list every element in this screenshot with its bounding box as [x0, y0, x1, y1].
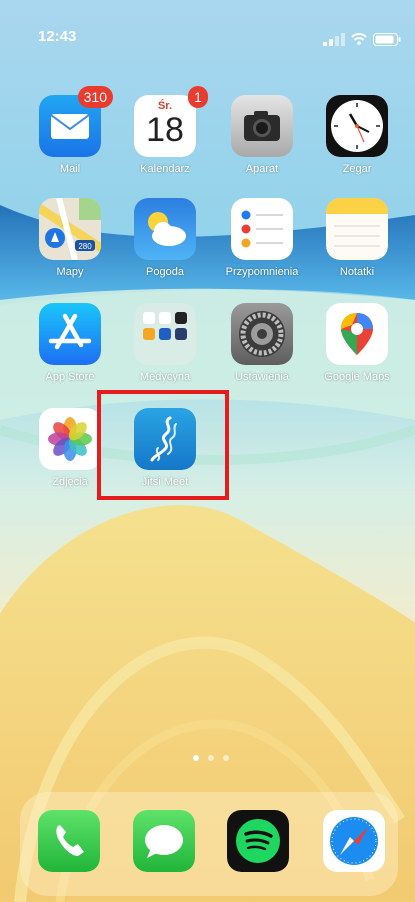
weather-icon [134, 198, 196, 260]
dock-spotify[interactable] [213, 810, 303, 872]
battery-icon [373, 33, 401, 46]
page-indicator[interactable] [193, 748, 243, 761]
dock-safari[interactable] [309, 810, 399, 872]
mail-badge: 310 [77, 86, 113, 108]
dock-phone[interactable] [24, 810, 114, 872]
app-folder-medycyna[interactable]: Medycyna [120, 303, 210, 383]
messages-icon [133, 810, 195, 872]
page-dot[interactable] [223, 755, 229, 761]
safari-icon [323, 810, 385, 872]
clock-icon [326, 95, 388, 157]
photos-icon [39, 408, 101, 470]
page-dot[interactable] [208, 755, 214, 761]
app-clock[interactable]: Zegar [312, 95, 402, 175]
maps-icon: 280 [39, 198, 101, 260]
app-camera[interactable]: Aparat [217, 95, 307, 175]
reminders-icon [231, 198, 293, 260]
app-mail[interactable]: 310 Mail [25, 86, 115, 175]
app-label: Kalendarz [140, 163, 190, 175]
dock [20, 792, 398, 896]
notes-icon [326, 198, 388, 260]
wifi-icon [351, 33, 367, 45]
app-label: Pogoda [146, 266, 184, 278]
app-calendar[interactable]: Śr. 18 1 Kalendarz [120, 86, 210, 175]
app-google-maps[interactable]: Google Maps [312, 303, 402, 383]
spotify-icon [227, 810, 289, 872]
status-bar: 12:43 [0, 26, 415, 50]
app-store-icon [39, 303, 101, 365]
phone-icon [38, 810, 100, 872]
app-label: Mail [59, 163, 81, 175]
gear-icon [231, 303, 293, 365]
google-maps-icon [326, 303, 388, 365]
home-screen: { "status_bar": { "time": "12:43" }, "ap… [0, 0, 415, 902]
dock-messages[interactable] [119, 810, 209, 872]
page-dot[interactable] [193, 755, 199, 761]
app-label: Medycyna [139, 371, 191, 383]
app-label: App Store [45, 371, 95, 383]
app-label: Ustawienia [235, 371, 289, 383]
app-label: Notatki [339, 266, 375, 278]
camera-icon [231, 95, 293, 157]
app-label: Google Maps [324, 371, 390, 383]
calendar-day: 18 [146, 111, 184, 149]
app-weather[interactable]: Pogoda [120, 198, 210, 278]
app-label: Aparat [245, 163, 279, 175]
status-time: 12:43 [38, 28, 77, 45]
folder-icon [134, 303, 196, 365]
app-label: Mapy [56, 266, 84, 278]
app-reminders[interactable]: Przypomnienia [217, 198, 307, 278]
app-notes[interactable]: Notatki [312, 198, 402, 278]
app-label: Zegar [342, 163, 372, 175]
calendar-badge: 1 [188, 86, 208, 108]
app-settings[interactable]: Ustawienia [217, 303, 307, 383]
maps-route-number: 280 [78, 242, 92, 251]
app-maps[interactable]: 280 Mapy [25, 198, 115, 278]
app-app-store[interactable]: App Store [25, 303, 115, 383]
highlight-box [97, 390, 229, 500]
app-label: Przypomnienia [225, 266, 299, 278]
cellular-signal-icon [323, 33, 345, 46]
